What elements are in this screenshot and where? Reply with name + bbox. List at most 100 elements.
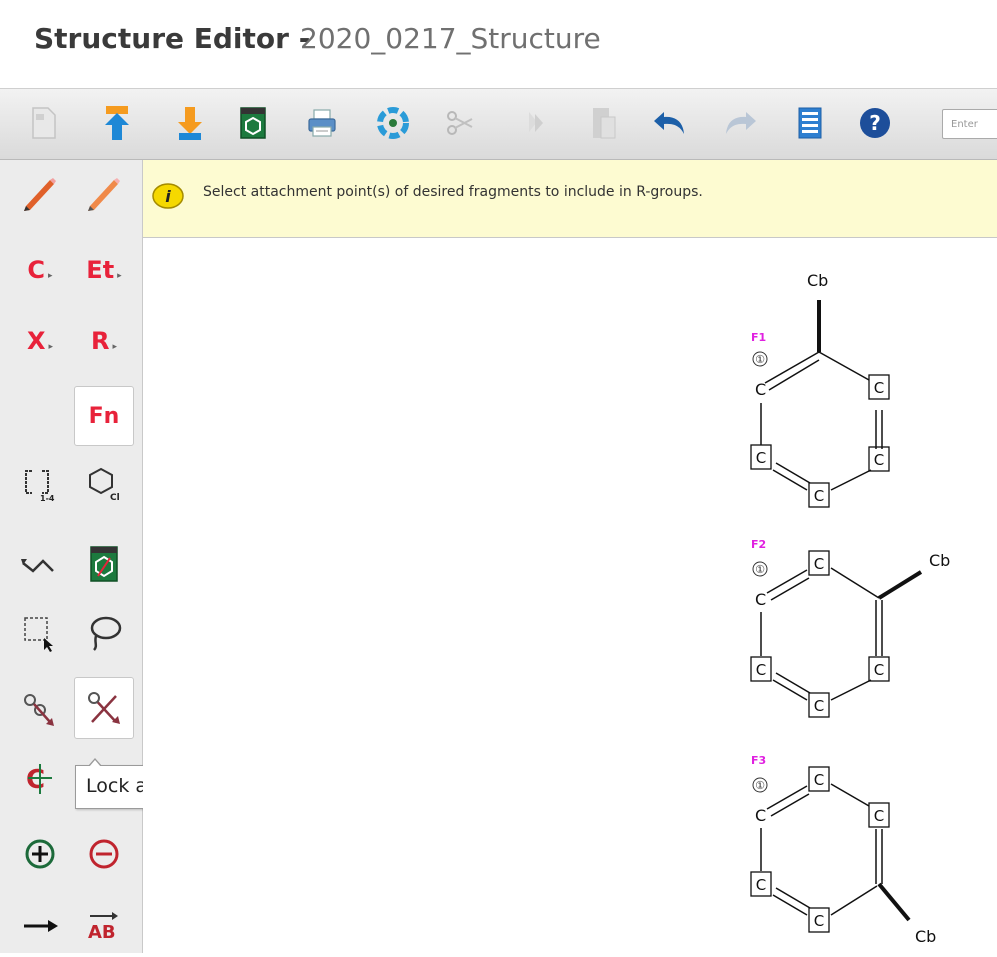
atom-c-boxed: C [874,661,884,679]
title-bar: Structure Editor - 2020_0217_Structure [0,0,997,88]
export-button[interactable] [170,103,210,143]
pencil-icon [24,178,56,211]
carbon-atom-button[interactable]: C ▸ [12,242,68,298]
atom-c-boxed: C [874,379,884,397]
atom-c-boxed: C [814,771,824,789]
notice-text: Select attachment point(s) of desired fr… [203,184,703,200]
undo-icon [654,112,684,134]
atom-c-label: C [755,380,766,399]
redo-button[interactable] [720,103,760,143]
properties-icon [798,107,822,139]
unlock-atoms-icon [24,694,54,726]
search-input[interactable]: Enter [942,109,997,139]
new-document-icon [32,107,56,139]
svg-text:?: ? [869,111,881,135]
clean-structure-icon [377,107,409,139]
cut-button[interactable] [440,103,480,143]
ring-icon: Cl [89,467,120,503]
fragment-label: F1 [751,331,766,344]
expand-triangle-icon: ▸ [112,342,117,352]
undo-button[interactable] [650,103,690,143]
plus-charge-icon [25,839,55,869]
rgroup-button[interactable]: R ▸ [76,313,132,369]
ethyl-group-button[interactable]: Et ▸ [76,242,132,298]
atom-c-boxed: C [756,876,766,894]
stereo-button[interactable]: C [12,750,68,806]
atom-map-button[interactable]: AB [76,898,132,954]
new-document-button[interactable] [24,103,64,143]
pencil-alt-icon [88,178,120,211]
copy-button[interactable] [516,103,556,143]
unlock-atoms-button[interactable] [12,682,68,738]
atom-c-boxed: C [814,555,824,573]
help-button[interactable]: ? [855,103,895,143]
bracket-button[interactable]: 1-4 [12,455,68,511]
atom-c-boxed: C [814,487,824,505]
template-icon [240,107,266,139]
fragment-label: F3 [751,754,766,767]
import-icon [105,106,129,140]
info-icon: i [152,183,184,209]
attachment-number: ① [755,563,765,576]
rectangle-select-icon [24,617,53,652]
fn-label: Fn [88,403,120,429]
lasso-icon [90,616,122,651]
chain-icon [21,559,54,573]
rectangle-select-button[interactable] [12,604,68,660]
reaction-arrow-button[interactable] [12,898,68,954]
positive-charge-button[interactable] [12,826,68,882]
print-icon [308,109,336,137]
rgroup-label: R [90,327,110,355]
halogen-button[interactable]: X ▸ [12,313,68,369]
paste-button[interactable] [584,103,624,143]
tool-palette: C ▸ Et ▸ X ▸ R ▸ Fn 1-4 Cl C AB [0,160,143,953]
svg-text:i: i [165,187,171,206]
template-button[interactable] [233,103,273,143]
arrow-right-icon [24,920,58,932]
fragment-f2[interactable]: F2 ① C Cb C C C C [750,538,950,718]
fragment-f1[interactable]: F1 ① C Cb C C C C [750,271,890,508]
draw-bond-button[interactable] [12,164,68,220]
expand-triangle-icon: ▸ [48,271,53,281]
bracket-icon: 1-4 [25,470,55,503]
bracket-sub-label: 1-4 [40,494,55,503]
atom-c-boxed: C [874,807,884,825]
template-library-button[interactable] [76,536,132,592]
atom-c-boxed: C [756,661,766,679]
paste-icon [593,108,616,139]
ring-button[interactable]: Cl [76,455,132,511]
properties-button[interactable] [790,103,830,143]
lasso-select-button[interactable] [76,604,132,660]
negative-charge-button[interactable] [76,826,132,882]
copy-icon [529,112,543,132]
draw-chain-button[interactable] [76,164,132,220]
atom-map-icon: AB [88,912,118,943]
substituent-label: Cb [929,551,950,570]
expand-triangle-icon: ▸ [48,342,54,352]
app-title: Structure Editor - [34,22,311,55]
print-button[interactable] [302,103,342,143]
fragment-f3[interactable]: F3 ① C C C Cb C C [750,754,936,946]
template-library-icon [90,546,118,582]
drawing-canvas[interactable]: F1 ① C Cb C C C C F2 ① C Cb C C C C F3 ①… [143,238,997,953]
stereo-icon: C [26,764,52,795]
ethyl-label: Et [86,256,115,284]
atom-c-boxed: C [756,449,766,467]
chain-button[interactable] [12,538,68,594]
ring-sub-label: Cl [110,493,120,503]
atom-c-label: C [755,806,766,825]
atom-c-boxed: C [814,912,824,930]
import-button[interactable] [97,103,137,143]
substituent-label: Cb [915,927,936,946]
main-toolbar: ? Enter [0,88,997,160]
fragment-label: F2 [751,538,766,551]
svg-text:C: C [26,765,45,795]
document-title: 2020_0217_Structure [300,22,601,55]
functional-group-button[interactable]: Fn [74,386,134,446]
substituent-label: Cb [807,271,828,290]
halogen-label: X [26,327,46,355]
clean-structure-button[interactable] [373,103,413,143]
atom-c-label: C [755,590,766,609]
notice-bar: i Select attachment point(s) of desired … [143,160,997,238]
lock-atoms-button[interactable] [74,677,134,739]
